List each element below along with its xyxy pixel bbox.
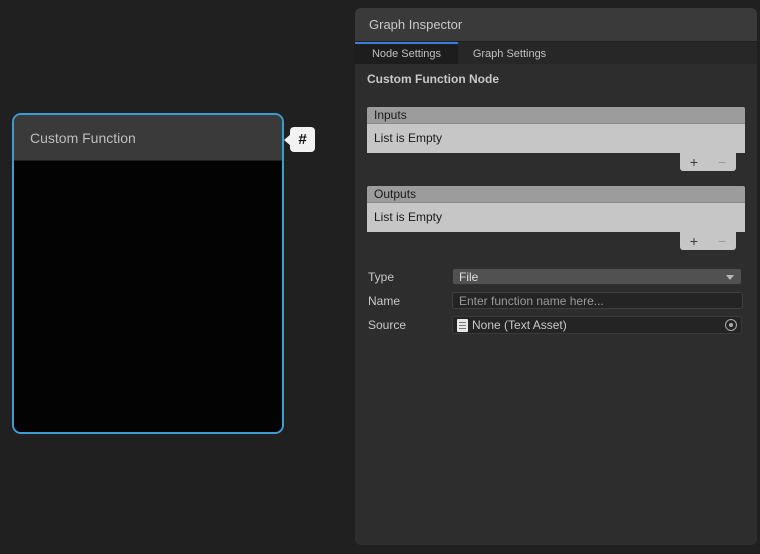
outputs-remove-button[interactable]: − [710,234,734,248]
tab-node-settings[interactable]: Node Settings [355,42,458,64]
inputs-list-header[interactable]: Inputs [367,107,745,124]
section-title: Custom Function Node [367,72,499,86]
type-dropdown-value: File [459,270,478,284]
node-body [14,161,282,433]
function-name-input[interactable] [452,292,743,309]
inputs-button-box: + − [680,153,736,171]
outputs-button-box: + − [680,232,736,250]
node-precision-badge[interactable]: # [290,127,315,152]
outputs-list: Outputs List is Empty + − [367,186,745,252]
type-label: Type [368,270,394,284]
source-object-value: None (Text Asset) [472,318,567,332]
custom-function-node[interactable]: Custom Function [12,113,284,434]
source-object-field[interactable]: None (Text Asset) [452,316,742,334]
tab-graph-settings[interactable]: Graph Settings [458,42,561,64]
inputs-add-button[interactable]: + [682,155,706,169]
inputs-list-empty-row: List is Empty [367,124,745,153]
inputs-list-footer: + − [367,153,745,173]
text-asset-icon [457,319,468,332]
node-title-bar[interactable]: Custom Function [14,115,282,161]
graph-inspector-panel: Graph Inspector Node Settings Graph Sett… [355,8,757,545]
panel-title: Graph Inspector [355,8,757,42]
node-title: Custom Function [30,130,136,146]
type-dropdown[interactable]: File [452,268,742,285]
tab-bar: Node Settings Graph Settings [355,42,757,64]
chevron-down-icon [726,275,734,280]
source-label: Source [368,318,406,332]
name-label: Name [368,294,400,308]
object-picker-icon[interactable] [725,319,737,331]
hash-icon: # [298,131,306,148]
inputs-list: Inputs List is Empty + − [367,107,745,173]
badge-tail [284,134,291,146]
outputs-add-button[interactable]: + [682,234,706,248]
outputs-list-empty-row: List is Empty [367,203,745,232]
inputs-remove-button[interactable]: − [710,155,734,169]
outputs-list-header[interactable]: Outputs [367,186,745,203]
outputs-list-footer: + − [367,232,745,252]
